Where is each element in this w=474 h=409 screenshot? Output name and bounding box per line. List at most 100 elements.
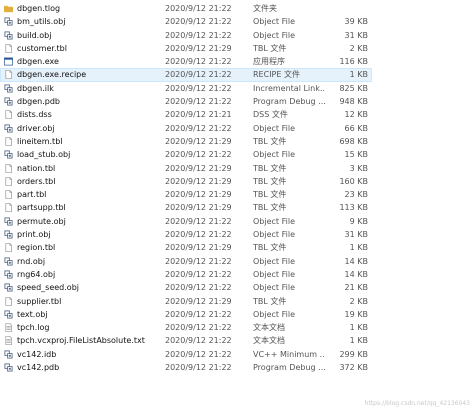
file-row[interactable]: dbgen.pdb 2020/9/12 21:22 Program Debug ..… — [0, 95, 474, 108]
file-row[interactable]: part.tbl 2020/9/12 21:29 TBL 文件 23 KB — [0, 188, 474, 201]
object-file-icon — [4, 217, 13, 226]
file-date: 2020/9/12 21:29 — [165, 163, 232, 173]
file-row[interactable]: partsupp.tbl 2020/9/12 21:29 TBL 文件 113 KB — [0, 201, 474, 214]
file-list: dbgen.tlog 2020/9/12 21:22 文件夹 bm_utils.obj… — [0, 2, 474, 374]
file-row[interactable]: speed_seed.obj 2020/9/12 21:22 Object File… — [0, 281, 474, 294]
file-row[interactable]: build.obj 2020/9/12 21:22 Object File 31 KB — [0, 29, 474, 42]
file-name[interactable]: part.tbl — [17, 188, 162, 201]
file-size: 15 KB — [344, 150, 368, 160]
file-type: Incremental Link... — [253, 83, 325, 93]
file-name[interactable]: text.obj — [17, 308, 162, 321]
file-row[interactable]: bm_utils.obj 2020/9/12 21:22 Object File 39… — [0, 15, 474, 28]
file-name[interactable]: dbgen.ilk — [17, 82, 162, 95]
file-type: Object File — [253, 309, 295, 319]
file-name[interactable]: dbgen.pdb — [17, 95, 162, 108]
file-name[interactable]: dbgen.exe — [17, 55, 162, 68]
file-size: 1 KB — [349, 70, 368, 80]
document-icon — [4, 176, 13, 186]
object-file-icon — [4, 84, 13, 93]
file-date: 2020/9/12 21:29 — [165, 43, 232, 53]
file-type: TBL 文件 — [253, 136, 287, 146]
file-date: 2020/9/12 21:22 — [165, 150, 232, 160]
file-name[interactable]: speed_seed.obj — [17, 281, 162, 294]
file-row[interactable]: vc142.pdb 2020/9/12 21:22 Program Debug ..… — [0, 361, 474, 374]
file-row[interactable]: nation.tbl 2020/9/12 21:29 TBL 文件 3 KB — [0, 162, 474, 175]
file-row[interactable]: load_stub.obj 2020/9/12 21:22 Object File 1… — [0, 148, 474, 161]
file-name[interactable]: nation.tbl — [17, 162, 162, 175]
file-row[interactable]: tpch.vcxproj.FileListAbsolute.txt 2020/9/… — [0, 334, 474, 347]
file-name[interactable]: print.obj — [17, 228, 162, 241]
file-name[interactable]: region.tbl — [17, 241, 162, 254]
file-name[interactable]: driver.obj — [17, 122, 162, 135]
file-date: 2020/9/12 21:22 — [165, 256, 232, 266]
object-file-icon — [4, 283, 13, 292]
file-row[interactable]: print.obj 2020/9/12 21:22 Object File 31 KB — [0, 228, 474, 241]
object-file-icon — [4, 124, 13, 133]
file-name[interactable]: vc142.idb — [17, 348, 162, 361]
file-row[interactable]: rng64.obj 2020/9/12 21:22 Object File 14 KB — [0, 268, 474, 281]
file-row[interactable]: dbgen.ilk 2020/9/12 21:22 Incremental Link… — [0, 82, 474, 95]
file-date: 2020/9/12 21:22 — [165, 283, 232, 293]
file-name[interactable]: bm_utils.obj — [17, 15, 162, 28]
file-row[interactable]: customer.tbl 2020/9/12 21:29 TBL 文件 2 KB — [0, 42, 474, 55]
file-name[interactable]: rng64.obj — [17, 268, 162, 281]
file-row[interactable]: text.obj 2020/9/12 21:22 Object File 19 KB — [0, 308, 474, 321]
file-type: Object File — [253, 123, 295, 133]
file-size: 113 KB — [339, 203, 368, 213]
file-size: 12 KB — [344, 110, 368, 120]
file-name[interactable]: dbgen.exe.recipe — [17, 68, 162, 81]
file-row[interactable]: dbgen.exe 2020/9/12 21:22 应用程序 116 KB — [0, 55, 474, 68]
file-date: 2020/9/12 21:22 — [165, 4, 232, 13]
file-type: Object File — [253, 269, 295, 279]
file-row[interactable]: dbgen.exe.recipe 2020/9/12 21:22 RECIPE 文件… — [0, 68, 474, 82]
file-type: TBL 文件 — [253, 190, 287, 200]
file-name[interactable]: build.obj — [17, 29, 162, 42]
file-name[interactable]: dists.dss — [17, 108, 162, 121]
file-type: Object File — [253, 216, 295, 226]
file-name[interactable]: tpch.log — [17, 321, 162, 334]
document-icon — [4, 190, 13, 200]
file-type: TBL 文件 — [253, 176, 287, 186]
file-type: 文件夹 — [253, 4, 277, 13]
file-size: 1 KB — [349, 336, 368, 346]
file-row[interactable]: dists.dss 2020/9/12 21:21 DSS 文件 12 KB — [0, 108, 474, 121]
document-icon — [4, 203, 13, 213]
file-row[interactable]: tpch.log 2020/9/12 21:22 文本文档 1 KB — [0, 321, 474, 334]
file-type: TBL 文件 — [253, 43, 287, 53]
file-row[interactable]: lineitem.tbl 2020/9/12 21:29 TBL 文件 698 KB — [0, 135, 474, 148]
file-name[interactable]: orders.tbl — [17, 175, 162, 188]
object-file-icon — [4, 150, 13, 159]
file-name[interactable]: rnd.obj — [17, 255, 162, 268]
file-name[interactable]: supplier.tbl — [17, 295, 162, 308]
file-row[interactable]: orders.tbl 2020/9/12 21:29 TBL 文件 160 KB — [0, 175, 474, 188]
file-date: 2020/9/12 21:22 — [165, 309, 232, 319]
file-name[interactable]: lineitem.tbl — [17, 135, 162, 148]
file-name[interactable]: permute.obj — [17, 215, 162, 228]
file-size: 19 KB — [344, 309, 368, 319]
document-icon — [4, 243, 13, 253]
file-row[interactable]: rnd.obj 2020/9/12 21:22 Object File 14 KB — [0, 255, 474, 268]
file-row[interactable]: permute.obj 2020/9/12 21:22 Object File 9 K… — [0, 215, 474, 228]
file-size: 66 KB — [344, 123, 368, 133]
file-name[interactable]: partsupp.tbl — [17, 201, 162, 214]
file-name[interactable]: customer.tbl — [17, 42, 162, 55]
file-name[interactable]: dbgen.tlog — [17, 2, 162, 15]
file-type: TBL 文件 — [253, 203, 287, 213]
object-file-icon — [4, 310, 13, 319]
file-row[interactable]: vc142.idb 2020/9/12 21:22 VC++ Minimum ...… — [0, 348, 474, 361]
file-type: Object File — [253, 17, 295, 27]
file-row[interactable]: supplier.tbl 2020/9/12 21:29 TBL 文件 2 KB — [0, 295, 474, 308]
file-size: 31 KB — [344, 30, 368, 40]
file-row[interactable]: driver.obj 2020/9/12 21:22 Object File 66 K… — [0, 122, 474, 135]
file-name[interactable]: load_stub.obj — [17, 148, 162, 161]
file-date: 2020/9/12 21:22 — [165, 349, 232, 359]
file-name[interactable]: vc142.pdb — [17, 361, 162, 374]
file-row[interactable]: region.tbl 2020/9/12 21:29 TBL 文件 1 KB — [0, 241, 474, 254]
document-icon — [4, 110, 13, 120]
file-name[interactable]: tpch.vcxproj.FileListAbsolute.txt — [17, 334, 162, 347]
file-row[interactable]: dbgen.tlog 2020/9/12 21:22 文件夹 — [0, 2, 474, 15]
application-icon — [4, 57, 13, 66]
file-size: 2 KB — [349, 296, 368, 306]
file-type: Object File — [253, 30, 295, 40]
file-date: 2020/9/12 21:29 — [165, 136, 232, 146]
